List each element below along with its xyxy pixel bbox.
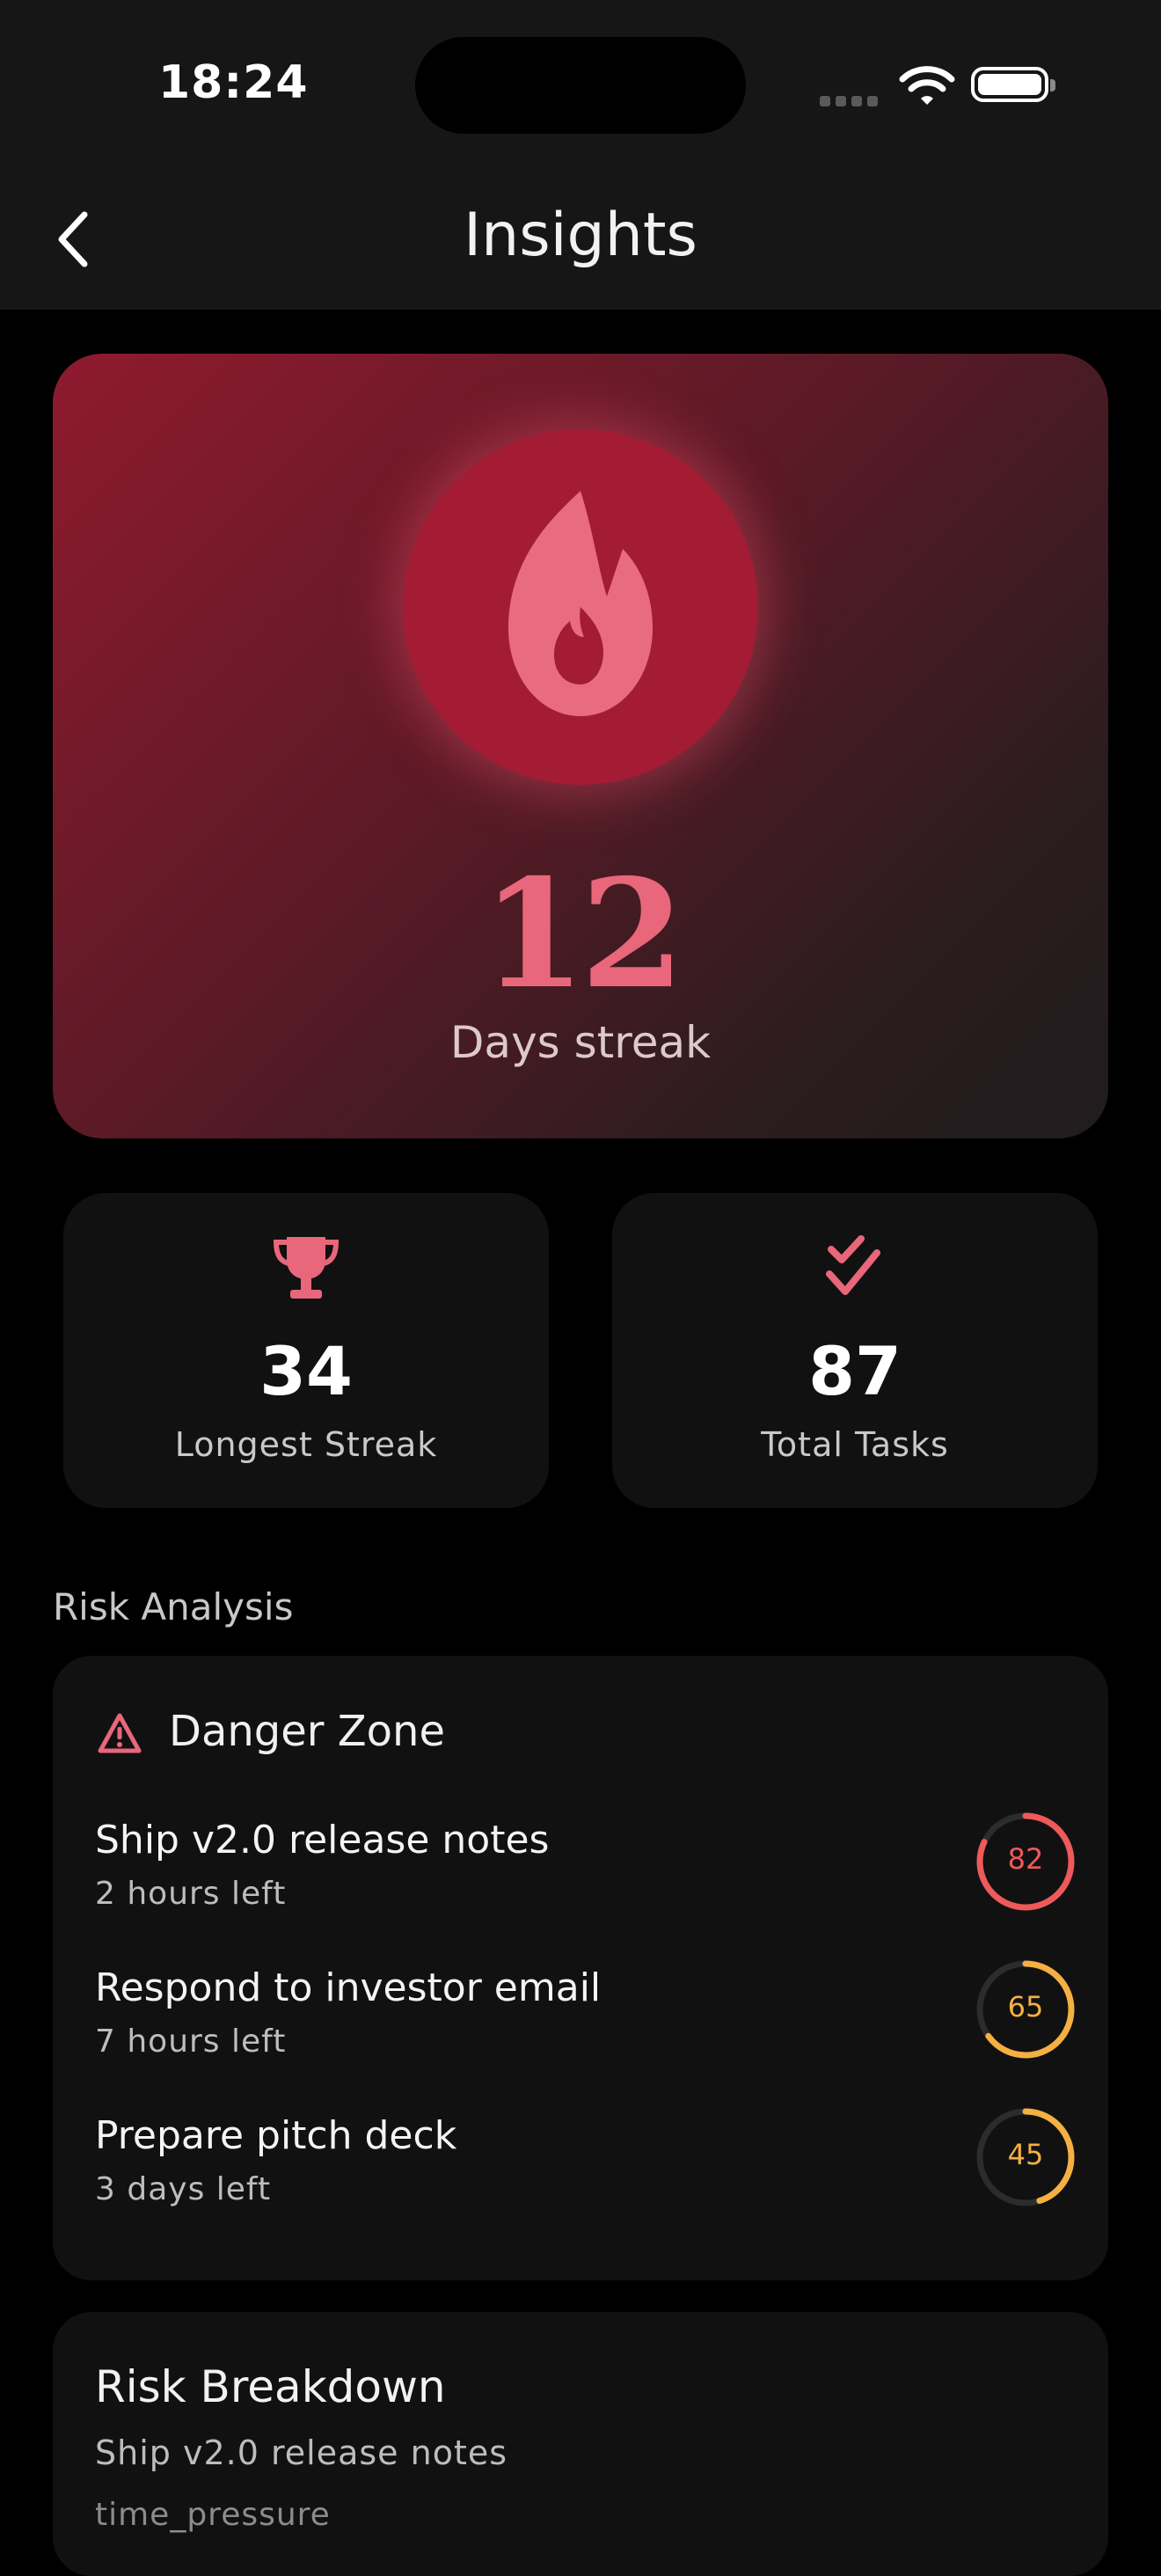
risk-item-name: Respond to investor email — [95, 1965, 602, 2010]
streak-card: 12 Days streak — [53, 354, 1108, 1138]
page-title: Insights — [464, 201, 697, 270]
warning-triangle-icon — [98, 1713, 142, 1753]
longest-streak-value: 34 — [259, 1332, 353, 1410]
risk-breakdown-title: Risk Breakdown — [95, 2361, 446, 2412]
risk-analysis-heading: Risk Analysis — [53, 1585, 294, 1628]
risk-breakdown-factor: time_pressure — [95, 2497, 331, 2533]
risk-item-name: Prepare pitch deck — [95, 2113, 457, 2158]
trophy-icon — [273, 1237, 340, 1299]
risk-item[interactable]: Prepare pitch deck 3 days left 45 — [95, 2108, 1080, 2236]
total-tasks-card: 87 Total Tasks — [612, 1193, 1098, 1508]
dynamic-island — [415, 37, 746, 134]
signal-icon — [820, 93, 883, 110]
risk-item-time: 3 days left — [95, 2171, 272, 2207]
status-icons — [820, 62, 1057, 107]
risk-score: 45 — [1007, 2138, 1044, 2171]
risk-item-time: 7 hours left — [95, 2023, 287, 2060]
battery-icon — [971, 67, 1055, 102]
risk-score-ring: 82 — [975, 1811, 1077, 1913]
streak-label: Days streak — [449, 1017, 712, 1068]
longest-streak-card: 34 Longest Streak — [63, 1193, 549, 1508]
total-tasks-label: Total Tasks — [761, 1425, 949, 1464]
risk-score-ring: 65 — [975, 1958, 1077, 2060]
risk-breakdown-task: Ship v2.0 release notes — [95, 2433, 508, 2472]
danger-zone-card: Danger Zone Ship v2.0 release notes 2 ho… — [53, 1656, 1108, 2280]
risk-score-ring: 45 — [975, 2106, 1077, 2208]
status-time: 18:24 — [158, 56, 309, 109]
streak-count: 12 — [481, 846, 685, 1022]
total-tasks-value: 87 — [808, 1332, 902, 1410]
risk-item[interactable]: Respond to investor email 7 hours left 6… — [95, 1960, 1080, 2089]
risk-score: 65 — [1007, 1990, 1044, 2023]
flame-icon — [508, 491, 653, 716]
flame-badge — [403, 429, 758, 785]
double-check-icon — [826, 1235, 880, 1295]
top-bar: 18:24 Insights — [0, 0, 1161, 310]
risk-item[interactable]: Ship v2.0 release notes 2 hours left 82 — [95, 1812, 1080, 1941]
wifi-icon — [899, 66, 955, 105]
risk-item-name: Ship v2.0 release notes — [95, 1818, 550, 1862]
danger-zone-title: Danger Zone — [169, 1707, 445, 1756]
risk-item-time: 2 hours left — [95, 1876, 287, 1912]
risk-breakdown-card: Risk Breakdown Ship v2.0 release notes t… — [53, 2312, 1108, 2576]
longest-streak-label: Longest Streak — [174, 1425, 438, 1464]
risk-score: 82 — [1007, 1842, 1044, 1876]
